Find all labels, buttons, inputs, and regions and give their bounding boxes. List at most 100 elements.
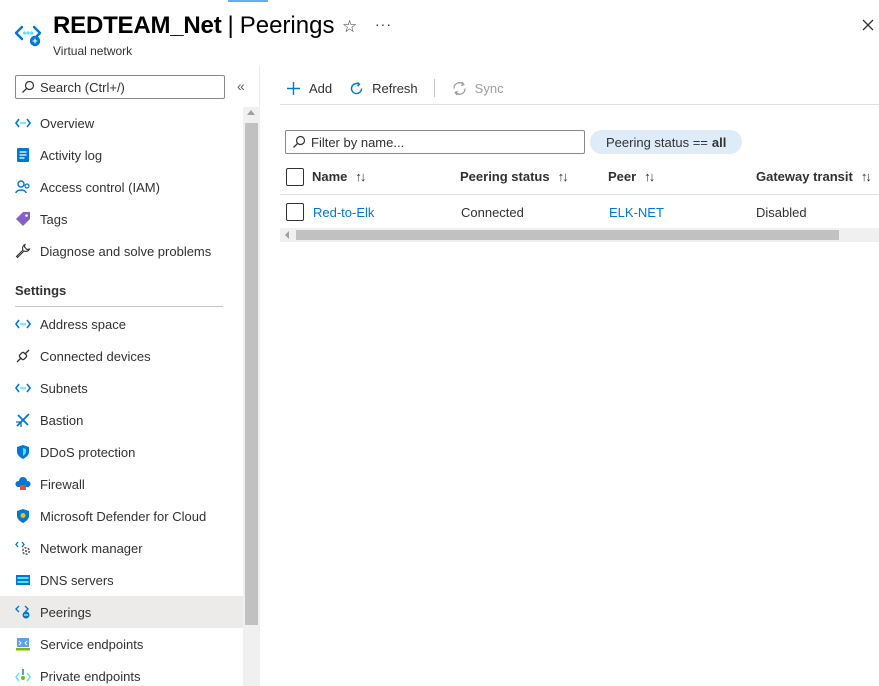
search-icon <box>22 80 35 93</box>
sidebar-item-diagnose[interactable]: Diagnose and solve problems <box>0 235 243 267</box>
scroll-thumb[interactable] <box>245 123 258 625</box>
sidebar-item-subnets[interactable]: Subnets <box>0 372 243 404</box>
pill-value: all <box>711 134 727 150</box>
sidebar-item-address-space[interactable]: Address space <box>0 308 243 340</box>
refresh-icon <box>350 81 363 94</box>
sidebar-item-overview[interactable]: Overview <box>0 107 243 139</box>
sync-icon <box>453 81 466 95</box>
toolbar-divider <box>433 79 435 97</box>
column-gateway-transit[interactable]: Gateway transit ↑↓ <box>756 169 872 184</box>
close-icon[interactable] <box>858 15 878 35</box>
filter-input[interactable] <box>311 134 581 150</box>
title-separator: | <box>227 12 234 39</box>
sidebar-item-firewall[interactable]: Firewall <box>0 468 243 500</box>
vnet-icon <box>14 114 32 132</box>
sidebar-item-activity-log[interactable]: Activity log <box>0 139 243 171</box>
sort-icon: ↑↓ <box>355 169 366 184</box>
menu-scrollbar[interactable] <box>243 107 260 686</box>
plug-icon <box>14 347 32 365</box>
sidebar-item-label: Overview <box>40 115 95 131</box>
sidebar-item-label: DNS servers <box>40 572 114 588</box>
pill-prefix: Peering status == <box>606 134 708 150</box>
sidebar-item-ddos[interactable]: DDoS protection <box>0 436 243 468</box>
table-row: Red-to-Elk Connected ELK-NET Disabled <box>280 196 879 228</box>
sidebar-item-private-endpoints[interactable]: Private endpoints <box>0 660 243 686</box>
sidebar-item-defender[interactable]: Microsoft Defender for Cloud <box>0 500 243 532</box>
service-endpoint-icon <box>14 635 32 653</box>
blade-name: Peerings <box>239 12 335 39</box>
dns-icon <box>14 571 32 589</box>
sort-icon: ↑↓ <box>557 169 569 184</box>
sidebar-item-label: Access control (IAM) <box>40 179 160 195</box>
refresh-button[interactable]: Refresh <box>348 80 418 97</box>
sidebar-item-label: Subnets <box>40 380 88 396</box>
section-divider <box>15 306 223 307</box>
sort-icon: ↑↓ <box>644 169 655 184</box>
peer-link[interactable]: ELK-NET <box>609 205 664 220</box>
sync-button[interactable]: Sync <box>451 80 504 97</box>
add-label: Add <box>309 80 333 96</box>
bastion-icon <box>14 411 32 429</box>
peerings-icon <box>14 603 32 621</box>
settings-heading: Settings <box>15 283 67 298</box>
more-options-button[interactable]: ··· <box>375 16 392 32</box>
scroll-thumb[interactable] <box>296 230 839 240</box>
tag-icon <box>14 210 32 228</box>
sidebar-item-connected-devices[interactable]: Connected devices <box>0 340 243 372</box>
sidebar-item-label: Tags <box>40 211 68 227</box>
collapse-menu-button[interactable]: « <box>237 78 245 94</box>
sidebar-item-service-endpoints[interactable]: Service endpoints <box>0 628 243 660</box>
sidebar-item-access-control[interactable]: Access control (IAM) <box>0 171 243 203</box>
sidebar-item-tags[interactable]: Tags <box>0 203 243 235</box>
star-icon[interactable]: ☆ <box>342 18 360 36</box>
sort-icon: ↑↓ <box>860 169 872 184</box>
table-header: Name ↑↓ Peering status ↑↓ Peer ↑↓ Gatewa… <box>280 160 879 195</box>
wrench-icon <box>14 242 32 260</box>
column-label: Peering status <box>460 169 550 184</box>
sidebar-item-label: Address space <box>40 316 126 332</box>
blade-header: REDTEAM_Net | Peerings ☆ ··· Virtual net… <box>0 0 879 66</box>
sidebar-item-label: Firewall <box>40 476 85 492</box>
menu-search[interactable] <box>15 75 225 99</box>
filter-search-icon <box>293 135 306 148</box>
plus-icon <box>287 81 300 95</box>
column-peering-status[interactable]: Peering status ↑↓ <box>460 169 569 184</box>
sidebar-item-peerings[interactable]: Peerings <box>0 596 243 628</box>
sidebar-item-label: Service endpoints <box>40 636 144 652</box>
filter-by-name[interactable] <box>285 130 585 154</box>
table-horizontal-scrollbar[interactable] <box>280 228 879 242</box>
add-button[interactable]: Add <box>285 80 332 97</box>
vnet-icon <box>14 315 32 333</box>
iam-icon <box>14 178 32 196</box>
refresh-label: Refresh <box>372 80 418 96</box>
defender-icon <box>14 507 32 525</box>
sidebar-item-dns-servers[interactable]: DNS servers <box>0 564 243 596</box>
column-label: Name <box>312 169 348 184</box>
sidebar-item-label: Connected devices <box>40 348 151 364</box>
sidebar-item-label: DDoS protection <box>40 444 136 460</box>
scroll-left-arrow[interactable] <box>285 231 289 239</box>
row-checkbox[interactable] <box>286 203 304 221</box>
select-all-checkbox[interactable] <box>286 168 304 186</box>
sidebar-item-network-manager[interactable]: Network manager <box>0 532 243 564</box>
column-name[interactable]: Name ↑↓ <box>312 169 366 184</box>
sync-label: Sync <box>474 80 504 96</box>
sidebar-item-bastion[interactable]: Bastion <box>0 404 243 436</box>
firewall-icon <box>14 475 32 493</box>
sidebar-item-label: Diagnose and solve problems <box>40 243 212 259</box>
scroll-up-arrow[interactable] <box>247 110 255 115</box>
sidebar-item-label: Activity log <box>40 147 103 163</box>
resource-type: Virtual network <box>53 44 133 58</box>
column-peer[interactable]: Peer ↑↓ <box>608 169 655 184</box>
peering-status-filter-pill[interactable]: Peering status == all <box>590 130 743 154</box>
peering-name-link[interactable]: Red-to-Elk <box>313 205 374 220</box>
toolbar-divider-line <box>280 104 879 105</box>
activity-log-icon <box>14 146 32 164</box>
vnet-icon <box>14 379 32 397</box>
column-label: Peer <box>608 169 637 184</box>
menu-search-input[interactable] <box>40 79 220 95</box>
resource-name: REDTEAM_Net <box>53 12 222 39</box>
command-bar: Add Refresh Sync <box>285 76 520 100</box>
sidebar-item-label: Bastion <box>40 412 84 428</box>
page-title: REDTEAM_Net | Peerings <box>53 12 334 40</box>
